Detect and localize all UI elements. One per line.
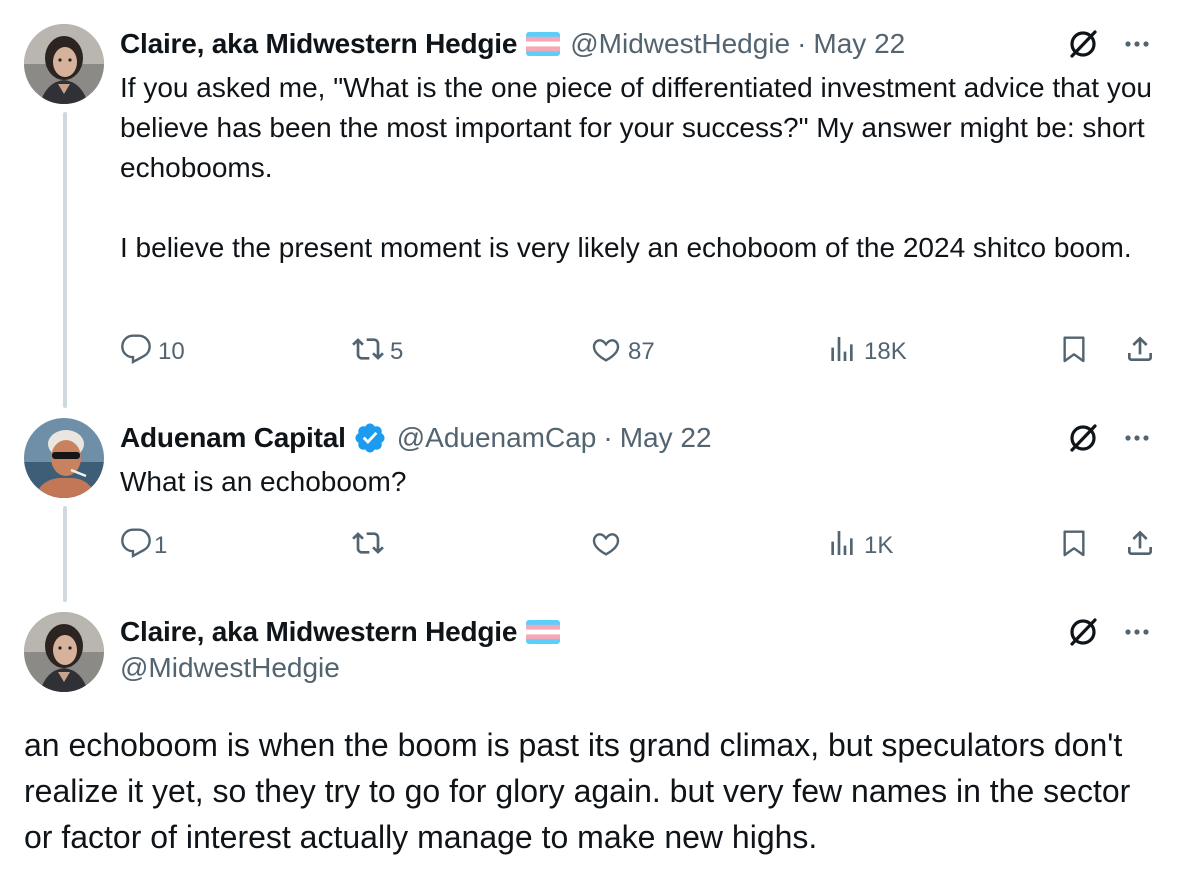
author-name[interactable]: Aduenam Capital	[120, 422, 346, 454]
bookmark-button[interactable]	[1058, 332, 1090, 372]
avatar-aduenam[interactable]	[24, 418, 104, 498]
thread-line	[63, 506, 67, 602]
grok-icon[interactable]	[1066, 615, 1100, 649]
views-count: 1K	[864, 532, 894, 559]
reply-icon	[120, 333, 152, 372]
tweet-date[interactable]: May 22	[813, 28, 905, 60]
share-button[interactable]	[1124, 332, 1156, 372]
reply-button[interactable]: 10	[120, 332, 185, 372]
like-button[interactable]: 87	[590, 332, 655, 372]
like-icon	[590, 333, 622, 372]
like-count: 87	[628, 338, 655, 365]
bookmark-icon	[1058, 333, 1090, 372]
transgender-flag-icon	[526, 32, 561, 56]
grok-icon[interactable]	[1066, 27, 1100, 61]
reply-button[interactable]: 1	[120, 526, 167, 566]
views-icon	[826, 333, 858, 372]
avatar-claire[interactable]	[24, 612, 104, 692]
share-icon	[1124, 333, 1156, 372]
thread-line	[63, 112, 67, 408]
author-handle[interactable]: @MidwestHedgie	[570, 28, 790, 60]
repost-icon	[352, 527, 384, 566]
tweet-header: Claire, aka Midwestern Hedgie @MidwestHe…	[120, 24, 905, 64]
grok-icon[interactable]	[1066, 421, 1100, 455]
repost-icon	[352, 333, 384, 372]
share-icon	[1124, 527, 1156, 566]
tweet-text: an echoboom is when the boom is past its…	[24, 727, 1131, 855]
repost-button[interactable]: 5	[352, 332, 403, 372]
reply-icon	[120, 527, 152, 566]
more-icon[interactable]	[1120, 421, 1154, 455]
repost-button[interactable]	[352, 526, 384, 566]
tweet-text: What is an echoboom?	[120, 466, 407, 497]
like-button[interactable]	[590, 526, 622, 566]
views-count: 18K	[864, 338, 907, 365]
tweet-header: Aduenam Capital @AduenamCap · May 22	[120, 418, 712, 458]
bookmark-button[interactable]	[1058, 526, 1090, 566]
views-button[interactable]: 1K	[826, 526, 893, 566]
like-icon	[590, 527, 622, 566]
more-icon[interactable]	[1120, 615, 1154, 649]
repost-count: 5	[390, 338, 404, 365]
share-button[interactable]	[1124, 526, 1156, 566]
bookmark-icon	[1058, 527, 1090, 566]
tweet-text: If you asked me, "What is the one piece …	[120, 72, 1153, 263]
tweet-header: Claire, aka Midwestern Hedgie	[120, 612, 561, 652]
tweet-actions: 10 5 87 18K	[120, 332, 1160, 372]
author-handle[interactable]: @AduenamCap	[397, 422, 597, 454]
separator-dot: ·	[603, 422, 613, 453]
transgender-flag-icon	[526, 620, 561, 644]
avatar-claire[interactable]	[24, 24, 104, 104]
tweet-actions: 1 1K	[120, 526, 1160, 566]
reply-count: 10	[158, 338, 185, 365]
verified-badge-icon	[353, 421, 387, 455]
tweet-date[interactable]: May 22	[620, 422, 712, 454]
author-name[interactable]: Claire, aka Midwestern Hedgie	[120, 28, 517, 60]
author-handle[interactable]: @MidwestHedgie	[120, 652, 340, 684]
more-icon[interactable]	[1120, 27, 1154, 61]
reply-count: 1	[154, 532, 168, 559]
author-name[interactable]: Claire, aka Midwestern Hedgie	[120, 616, 517, 648]
views-icon	[826, 527, 858, 566]
views-button[interactable]: 18K	[826, 332, 907, 372]
separator-dot: ·	[797, 28, 807, 59]
